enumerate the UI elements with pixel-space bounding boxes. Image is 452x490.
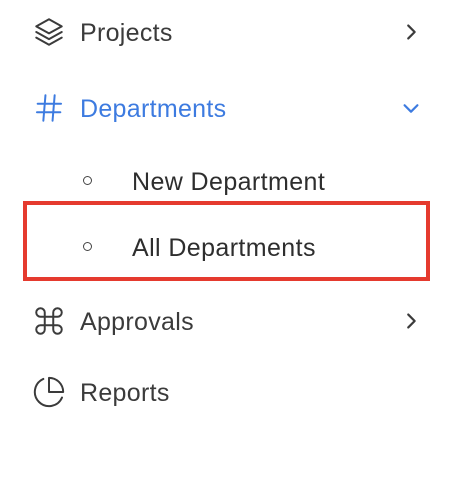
submenu-item-label: All Departments: [132, 234, 316, 262]
hash-icon: [35, 94, 63, 122]
submenu-item-label: New Department: [132, 168, 326, 196]
chevron-right-icon[interactable]: [400, 21, 422, 43]
sidebar-item-label: Approvals: [80, 308, 194, 336]
bullet-icon: [83, 176, 92, 185]
layers-icon: [35, 18, 63, 46]
sidebar-item-label: Departments: [80, 95, 227, 123]
chevron-down-icon[interactable]: [400, 97, 422, 119]
submenu-item-all-departments[interactable]: All Departments: [0, 223, 452, 273]
sidebar-item-departments[interactable]: Departments: [0, 83, 452, 133]
submenu-item-new-department[interactable]: New Department: [0, 157, 452, 207]
sidebar-item-label: Projects: [80, 19, 173, 47]
command-icon: [35, 307, 63, 335]
sidebar-item-approvals[interactable]: Approvals: [0, 296, 452, 346]
chevron-right-icon[interactable]: [400, 310, 422, 332]
sidebar-menu: Projects Departments New Department All …: [0, 0, 452, 490]
sidebar-item-label: Reports: [80, 379, 170, 407]
pie-chart-icon: [33, 376, 65, 408]
sidebar-item-projects[interactable]: Projects: [0, 7, 452, 57]
bullet-icon: [83, 242, 92, 251]
sidebar-item-reports[interactable]: Reports: [0, 367, 452, 417]
